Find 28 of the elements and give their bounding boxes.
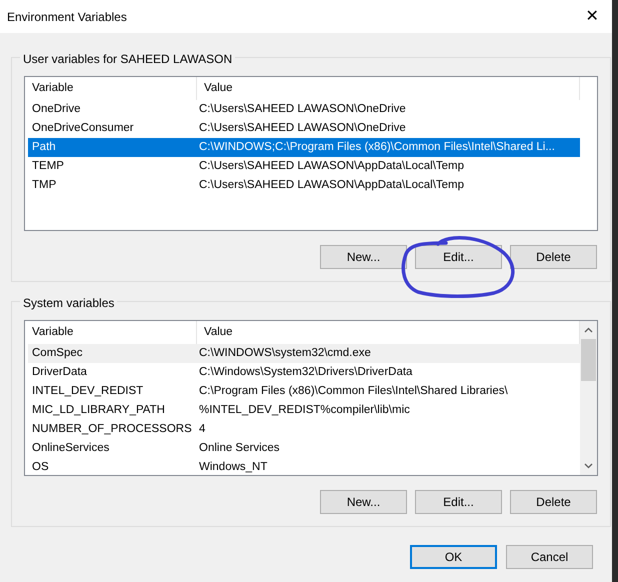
list-row[interactable]: TEMP C:\Users\SAHEED LAWASON\AppData\Local\Temp: [28, 157, 580, 176]
dialog-button[interactable]: Edit...: [415, 490, 502, 514]
list-row[interactable]: Path C:\WINDOWS;C:\Program Files (x86)\Common Files\Intel\Shared Li...: [28, 138, 580, 157]
list-row[interactable]: INTEL_DEV_REDIST C:\Program Files (x86)\Common Files\Intel\Shared Libraries\: [28, 382, 580, 401]
dialog-button[interactable]: Delete: [510, 245, 597, 269]
list-row[interactable]: OS Windows_NT: [28, 458, 580, 475]
dialog-button[interactable]: New...: [320, 490, 407, 514]
column-header[interactable]: Value: [197, 77, 580, 100]
column-header[interactable]: Variable: [25, 77, 197, 100]
dialog-button[interactable]: Delete: [510, 490, 597, 514]
close-button[interactable]: ✕: [572, 0, 612, 33]
dialog-button[interactable]: New...: [320, 245, 407, 269]
window-title: Environment Variables: [7, 8, 127, 26]
scrollbar-thumb[interactable]: [581, 339, 596, 381]
list-row[interactable]: OneDrive C:\Users\SAHEED LAWASON\OneDrive: [28, 100, 580, 119]
dialog-button[interactable]: Edit...: [415, 245, 502, 269]
scrollbar[interactable]: [580, 321, 597, 475]
list-row[interactable]: MIC_LD_LIBRARY_PATH %INTEL_DEV_REDIST%compiler\lib\mic: [28, 401, 580, 420]
scroll-up-icon[interactable]: [584, 327, 593, 333]
dialog-button[interactable]: OK: [410, 545, 497, 569]
scroll-down-icon[interactable]: [584, 463, 593, 469]
list-row[interactable]: OnlineServices Online Services: [28, 439, 580, 458]
list-row[interactable]: DriverData C:\Windows\System32\Drivers\DriverData: [28, 363, 580, 382]
list-row[interactable]: OneDriveConsumer C:\Users\SAHEED LAWASON\OneDrive: [28, 119, 580, 138]
list-row[interactable]: TMP C:\Users\SAHEED LAWASON\AppData\Local\Temp: [28, 176, 580, 195]
dialog-button[interactable]: Cancel: [506, 545, 593, 569]
list-row[interactable]: NUMBER_OF_PROCESSORS 4: [28, 420, 580, 439]
list-row[interactable]: ComSpec C:\WINDOWS\system32\cmd.exe: [28, 344, 580, 363]
